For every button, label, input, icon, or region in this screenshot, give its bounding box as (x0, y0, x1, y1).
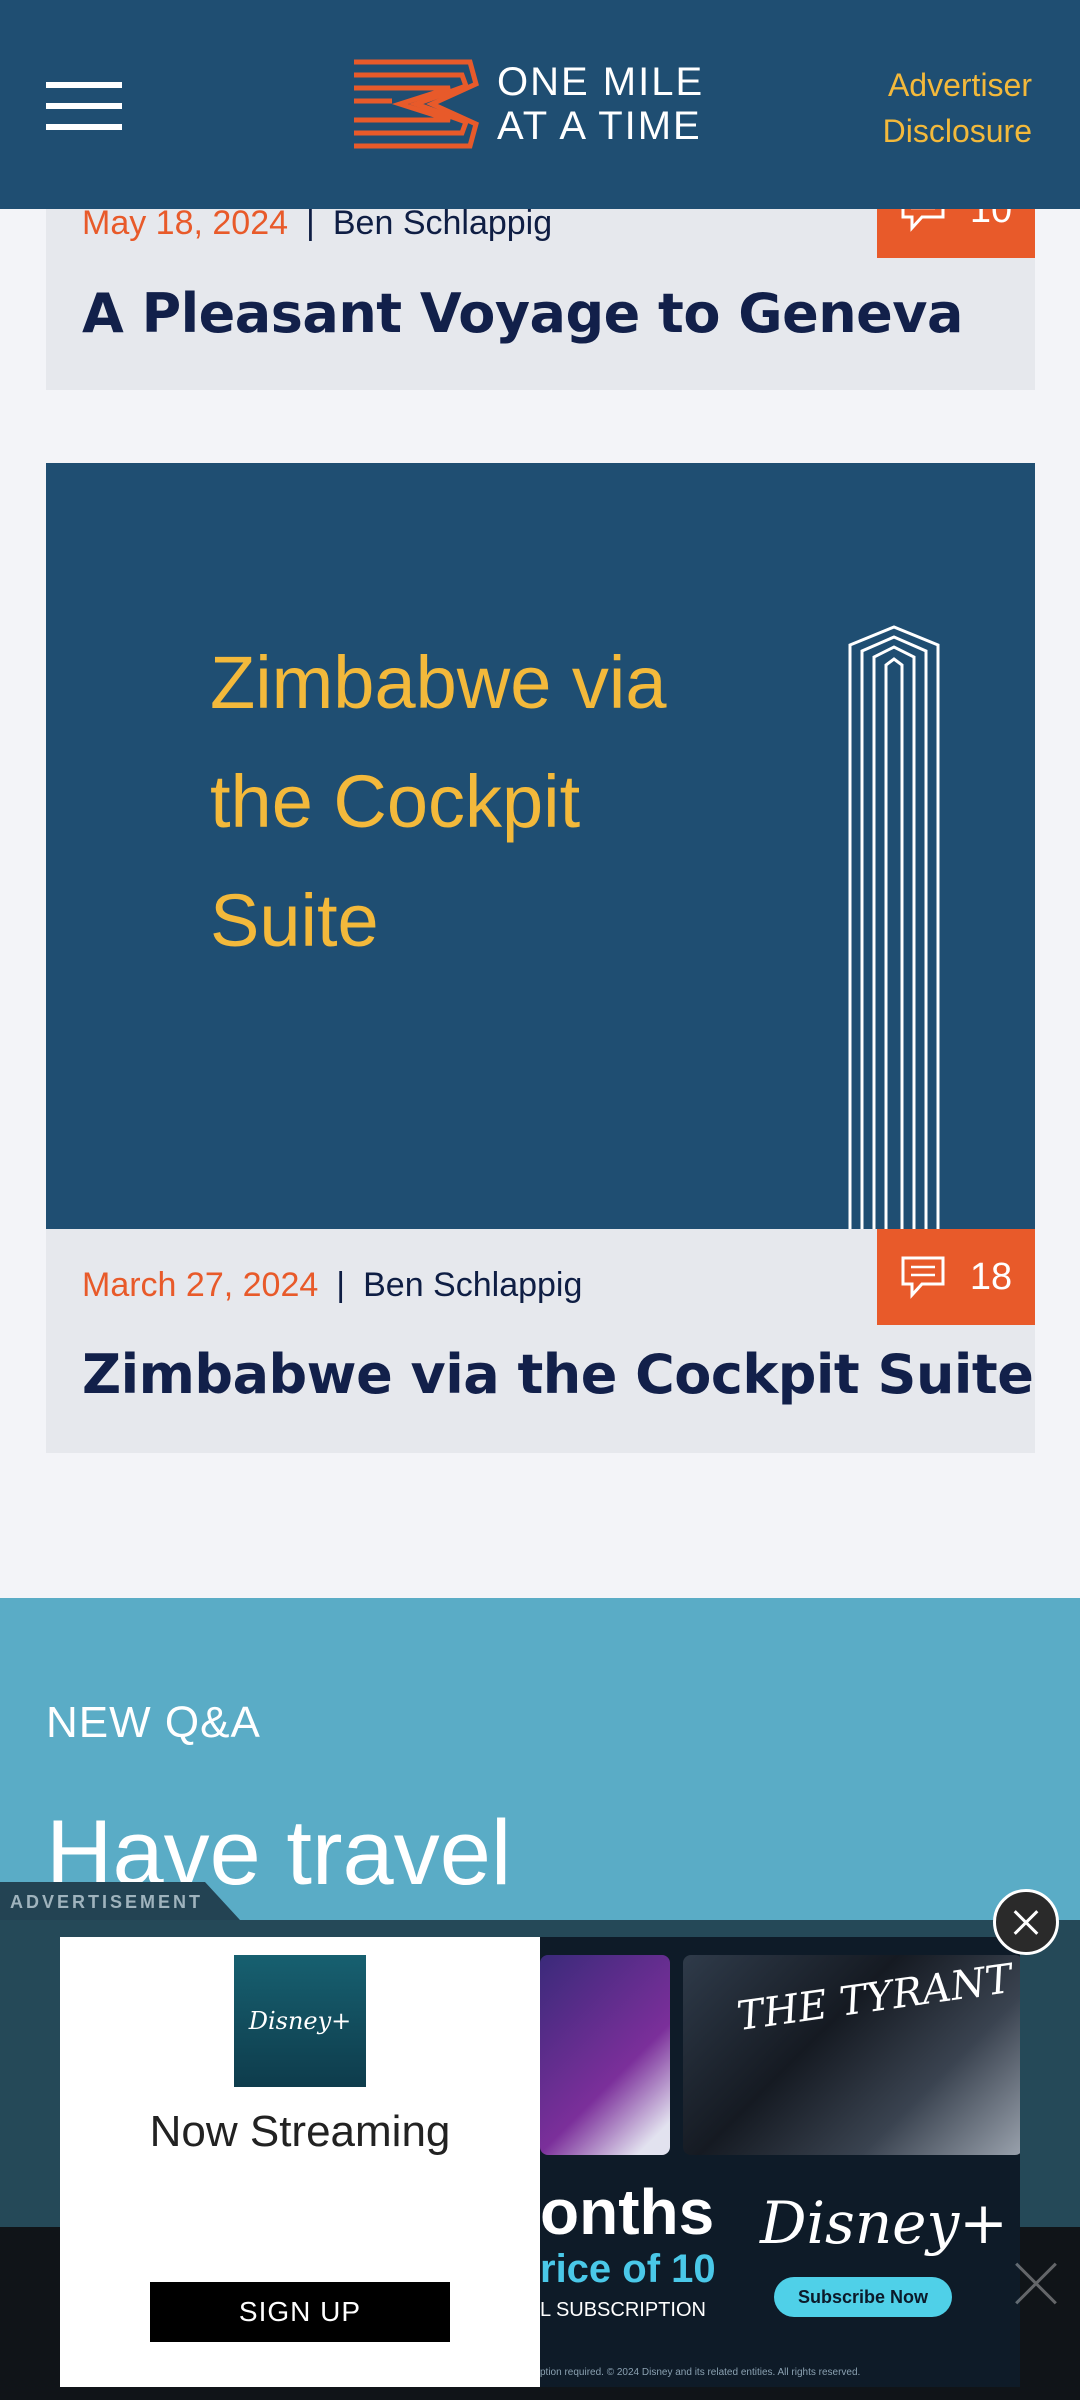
ad-close-button[interactable] (993, 1889, 1059, 1955)
article-date: March 27, 2024 (82, 1266, 319, 1304)
logo-mark-icon (354, 59, 479, 149)
meta-separator: | (306, 204, 315, 242)
logo-line-2: AT A TIME (497, 104, 702, 148)
site-logo[interactable]: ONE MILE AT A TIME (352, 58, 732, 150)
article-meta: May 18, 2024 | Ben Schlappig (82, 204, 552, 243)
ad-poster-image (540, 1955, 670, 2155)
qa-kicker: NEW Q&A (46, 1698, 261, 1747)
ad-creative[interactable]: Disney+ Now Streaming SIGN UP THE TYRANT… (60, 1937, 1020, 2387)
ad-label: ADVERTISEMENT (10, 1892, 204, 1912)
article-date: May 18, 2024 (82, 204, 289, 242)
ad-tagline: Now Streaming (149, 2107, 451, 2156)
article-card[interactable]: March 27, 2024 | Ben Schlappig 18 Zimbabwe… (46, 1229, 1035, 1453)
ad-signup-button[interactable]: SIGN UP (150, 2282, 450, 2342)
ad-price-text: rice of 10 (540, 2247, 716, 2291)
article-title[interactable]: Zimbabwe via the Cockpit Suite (82, 1343, 1034, 1406)
ad-panel: Disney+ Now Streaming SIGN UP (60, 1937, 540, 2387)
ad-subscription-text: L SUBSCRIPTION (540, 2299, 706, 2321)
ad-dismiss-icon[interactable] (1012, 2260, 1058, 2306)
ad-brand-logo: Disney+ (760, 2189, 1008, 2257)
hero-title-line-1: Zimbabwe via (210, 641, 667, 724)
ad-poster-title: THE TYRANT (733, 1955, 1015, 2041)
logo-text: ONE MILE AT A TIME (497, 60, 704, 148)
ad-poster-image: THE TYRANT (683, 1955, 1020, 2155)
disney-plus-logo: Disney+ (234, 1955, 366, 2087)
logo-line-1: ONE MILE (497, 60, 705, 104)
article-card[interactable]: May 18, 2024 | Ben Schlappig 10 A Pleasant… (46, 162, 1035, 390)
advertiser-line-2: Disclosure (882, 113, 1032, 149)
article-author[interactable]: Ben Schlappig (333, 204, 552, 242)
comment-icon (901, 1256, 945, 1299)
tower-graphic-icon (848, 625, 940, 1229)
meta-separator: | (336, 1266, 346, 1304)
article-author[interactable]: Ben Schlappig (363, 1266, 582, 1304)
site-header: ONE MILE AT A TIME Advertiser Disclosure (0, 0, 1080, 209)
ad-headline: onths (540, 2176, 715, 2248)
article-hero-image[interactable]: Zimbabwe via the Cockpit Suite (46, 463, 1035, 1229)
hero-title: Zimbabwe via the Cockpit Suite (210, 623, 667, 980)
advertiser-disclosure-link[interactable]: Advertiser Disclosure (883, 62, 1032, 154)
comment-count: 18 (969, 1255, 1013, 1298)
article-meta: March 27, 2024 | Ben Schlappig (82, 1266, 582, 1305)
article-title[interactable]: A Pleasant Voyage to Geneva (82, 282, 963, 345)
advertiser-line-1: Advertiser (887, 67, 1032, 103)
hero-title-line-3: Suite (210, 879, 379, 962)
ad-subscribe-button[interactable]: Subscribe Now (774, 2277, 952, 2317)
comment-count-badge[interactable]: 18 (877, 1229, 1035, 1325)
ad-fine-print: ption required. © 2024 Disney and its re… (540, 2367, 861, 2378)
hamburger-menu-icon[interactable] (46, 80, 122, 132)
hero-title-line-2: the Cockpit (210, 760, 581, 843)
